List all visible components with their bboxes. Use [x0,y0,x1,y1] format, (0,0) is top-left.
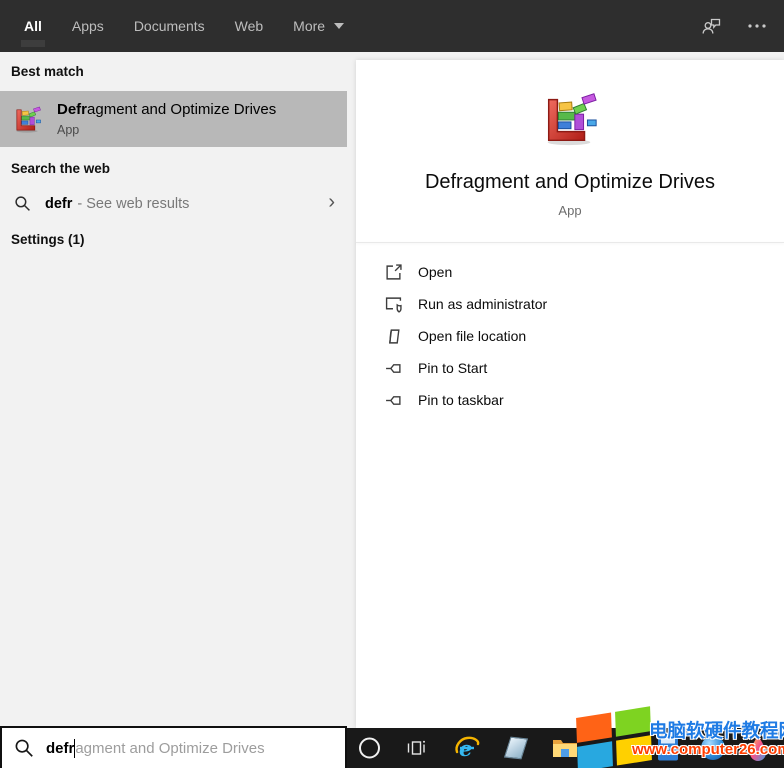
preview-card: Defragment and Optimize Drives App Open … [356,60,784,728]
action-open[interactable]: Open [385,256,784,288]
calculator-icon[interactable] [657,735,679,762]
defrag-app-icon [16,106,41,133]
best-match-subtitle: App [57,123,80,137]
web-search-result[interactable]: defr - See web results › [0,186,347,221]
tab-apps-label: Apps [71,18,104,34]
chevron-right-icon[interactable]: › [328,192,335,215]
action-pin-to-taskbar-label: Pin to taskbar [418,392,504,408]
action-run-as-administrator-label: Run as administrator [418,296,548,312]
tab-documents-label: Documents [133,18,205,34]
file-explorer-icon[interactable] [552,737,578,759]
open-file-location-icon [388,328,400,344]
task-view-icon[interactable] [405,737,427,759]
tab-web[interactable]: Web [235,0,264,52]
preview-panel: Defragment and Optimize Drives App Open … [347,52,784,728]
action-open-file-location[interactable]: Open file location [385,320,784,352]
tab-documents[interactable]: Documents [134,0,205,52]
search-icon [15,196,30,211]
tab-all-label: All [24,18,42,34]
pin-icon [386,363,401,373]
blue-orb-icon[interactable] [701,736,725,760]
feedback-icon[interactable] [700,15,722,37]
taskbar: e [347,728,784,768]
best-match-result[interactable]: Defragment and Optimize Drives App [0,91,347,147]
best-match-title: Defragment and Optimize Drives [57,101,277,118]
search-suggestion-text: agment and Optimize Drives [75,739,265,757]
run-as-admin-icon [385,296,402,313]
search-web-header: Search the web [11,161,111,176]
action-pin-to-start[interactable]: Pin to Start [385,352,784,384]
tab-more[interactable]: More [293,0,345,52]
search-typed-text: defr [46,739,75,757]
action-list: Open Run as administrator Open file loca… [356,256,784,416]
tab-more-label: More [293,18,326,34]
internet-explorer-icon[interactable]: e [453,734,481,762]
action-pin-to-start-label: Pin to Start [418,360,488,376]
ellipsis-icon[interactable] [746,15,768,37]
results-panel: Best match Defragment and Optimize Drive… [0,52,347,728]
best-match-header: Best match [11,64,84,79]
action-run-as-administrator[interactable]: Run as administrator [385,288,784,320]
paint-drop-icon[interactable] [747,735,769,762]
open-icon [386,263,402,280]
app-title: Defragment and Optimize Drives [424,171,716,193]
app-type-label: App [558,203,582,218]
settings-header: Settings (1) [11,232,85,247]
action-open-label: Open [418,264,453,280]
tab-web-label: Web [234,18,264,34]
filter-tabs: All Apps Documents Web More [21,0,345,52]
tab-apps[interactable]: Apps [72,0,104,52]
cortana-icon[interactable] [359,737,380,759]
divider [356,242,784,243]
action-pin-to-taskbar[interactable]: Pin to taskbar [385,384,784,416]
search-icon [15,739,33,757]
action-open-file-location-label: Open file location [418,328,527,344]
search-filter-bar: All Apps Documents Web More [0,0,784,52]
search-input[interactable]: defr agment and Optimize Drives [0,726,347,768]
defrag-app-icon [547,93,597,146]
chevron-down-icon [334,23,345,29]
glass-pane-icon[interactable] [503,736,529,760]
web-search-text: defr - See web results [45,195,190,212]
bottom-bar: defragment and Optimize Drives e [0,726,784,768]
tab-all[interactable]: All [21,0,45,52]
pin-icon [386,395,401,405]
